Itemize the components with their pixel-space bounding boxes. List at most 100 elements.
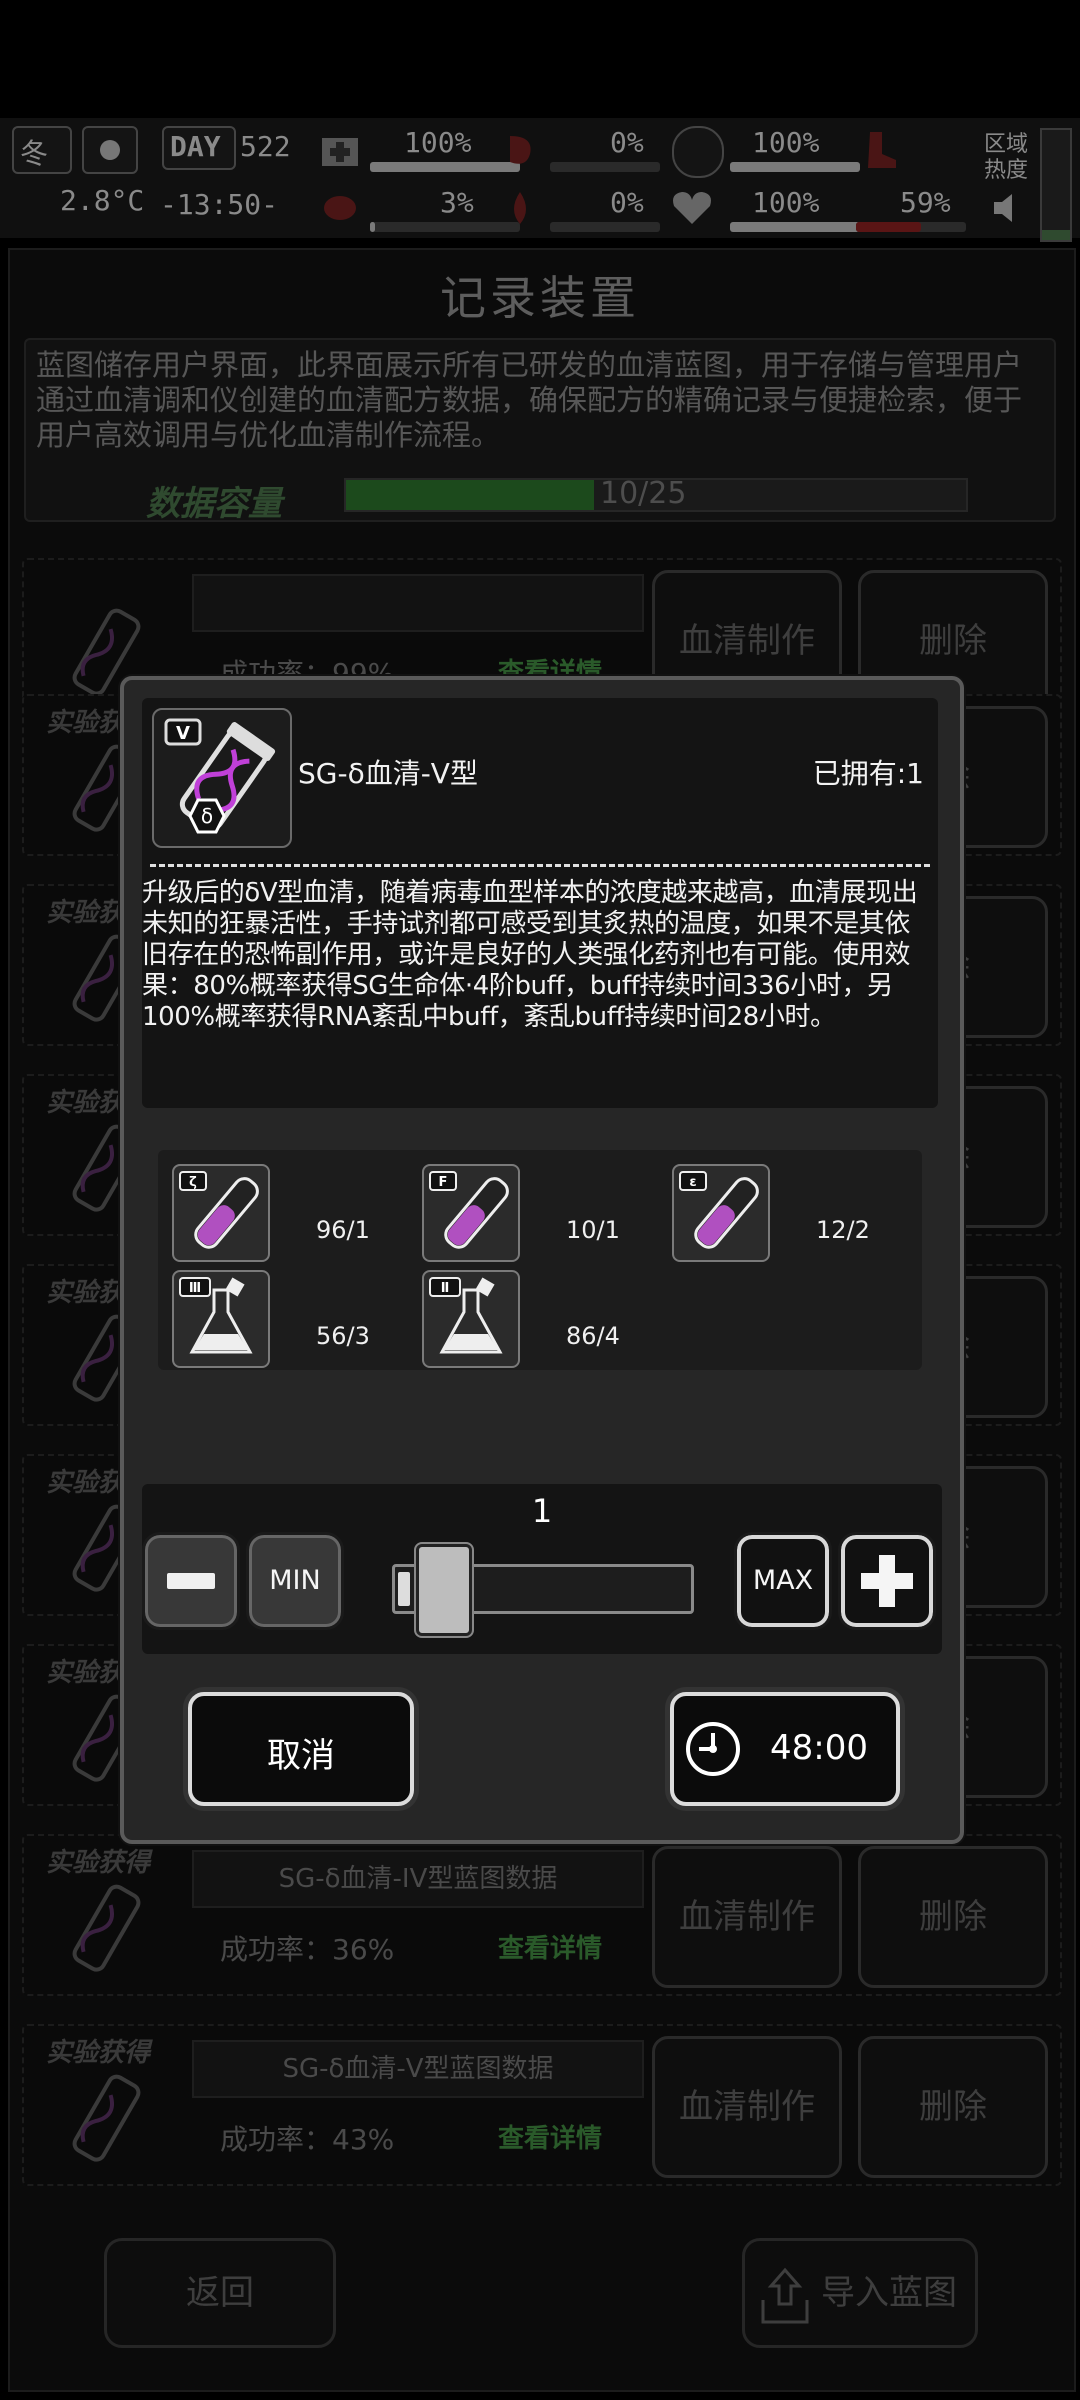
stamina-value: 100% (752, 126, 820, 159)
blueprint-row: 实验获得 SG-δ血清-IV型蓝图数据成功率：36% 查看详情 血清制作 删除 (22, 1834, 1062, 1996)
craft-time-label: 48:00 (770, 1728, 868, 1768)
mood-value: 100% (752, 186, 820, 219)
fatigue-bar-fill (856, 222, 921, 232)
record-description-box: 蓝图储存用户界面，此界面展示所有已研发的血清蓝图，用于存储与管理用户通过血清调和… (24, 338, 1056, 524)
day-badge: DAY (162, 126, 236, 170)
boot-icon (860, 128, 900, 172)
brain-icon (320, 188, 360, 228)
blueprint-row: 实验获得 SG-δ血清-V型蓝图数据 成功率：43% 查看详情 血清制作 删除 (22, 2024, 1062, 2186)
craft-timer-button[interactable]: 48:00 (670, 1692, 900, 1806)
upload-icon (759, 2263, 811, 2324)
capacity-label: 数据容量 (146, 484, 282, 524)
back-button[interactable]: 返回 (104, 2238, 336, 2348)
row-success-rate: 成功率：36% (220, 1933, 395, 1966)
minus-icon (167, 1573, 215, 1589)
row-vial-icon (66, 2066, 146, 2172)
ingredient-item[interactable]: F 10/1 (422, 1164, 662, 1262)
medkit-icon (320, 130, 360, 170)
serum-make-button[interactable]: 血清制作 (652, 2036, 842, 2178)
increase-button[interactable] (838, 1532, 936, 1630)
ingredient-symbol: F (439, 1175, 448, 1190)
row-vial-icon (66, 1876, 146, 1982)
quantity-slider-handle[interactable] (416, 1544, 472, 1636)
heat-meter (1040, 128, 1072, 242)
quantity-value: 1 (531, 1492, 553, 1530)
capacity-bar-fill (346, 480, 594, 510)
test-tube-icon: ε (672, 1164, 770, 1262)
capacity-value: 10/25 (600, 476, 687, 511)
item-description: 升级后的δV型血清，随着病毒血型样本的浓度越来越高，血清展现出未知的狂暴活性，手… (142, 878, 918, 1032)
ingredient-count: 56/3 (316, 1322, 370, 1350)
item-name: SG-δ血清-V型 (298, 757, 478, 790)
ingredient-symbol: Ⅱ (441, 1281, 450, 1296)
max-button[interactable]: MAX (734, 1532, 832, 1630)
slider-min-marker (398, 1572, 410, 1606)
hunger-value: 0% (610, 126, 644, 159)
bag-icon (672, 126, 724, 178)
sanity-value: 3% (440, 186, 474, 219)
row-view-details[interactable]: 查看详情 (498, 2118, 602, 2155)
stamina-bar-fill (730, 162, 860, 172)
divider (150, 864, 930, 867)
mood-bar-fill (730, 222, 860, 232)
thirst-value: 0% (610, 186, 644, 219)
health-bar (370, 162, 520, 172)
mood-bar (730, 222, 860, 232)
stamina-bar (730, 162, 860, 172)
season-badge: 冬 (12, 126, 72, 174)
ingredient-count: 12/2 (816, 1216, 870, 1244)
delete-button[interactable]: 删除 (858, 1846, 1048, 1988)
flask-icon: Ⅱ (422, 1270, 520, 1368)
ingredient-count: 86/4 (566, 1322, 620, 1350)
clock-icon (684, 1720, 742, 1778)
cancel-label: 取消 (267, 1736, 335, 1776)
delete-button[interactable]: 删除 (858, 2036, 1048, 2178)
day-counter: 522 (240, 130, 291, 163)
cancel-button[interactable]: 取消 (188, 1692, 414, 1806)
ingredient-symbol: ε (689, 1175, 696, 1190)
ingredient-symbol: ζ (189, 1175, 197, 1190)
sanity-bar (370, 222, 520, 232)
serum-make-button[interactable]: 血清制作 (652, 1846, 842, 1988)
min-button[interactable]: MIN (246, 1532, 344, 1630)
speaker-icon[interactable] (990, 190, 1026, 226)
thirst-bar (550, 222, 660, 232)
page-title: 记录装置 (440, 271, 640, 325)
test-tube-icon: F (422, 1164, 520, 1262)
back-button-label: 返回 (186, 2273, 254, 2313)
import-blueprint-button[interactable]: 导入蓝图 (742, 2238, 978, 2348)
serum-vial-icon: V δ (152, 708, 292, 848)
sanity-bar-fill (370, 222, 375, 232)
season-label: 冬 (20, 137, 49, 170)
max-label: MAX (752, 1565, 814, 1596)
serum-craft-dialog: V δ SG-δ血清-V型 已拥有:1 升级后的δV型血清，随着病毒血型样本的浓… (120, 676, 964, 1844)
temperature-readout: 2.8°C (60, 184, 145, 217)
area-heat-label: 区域热度 (984, 132, 1029, 183)
stomach-icon (500, 130, 540, 170)
min-label: MIN (269, 1565, 321, 1596)
import-blueprint-label: 导入蓝图 (821, 2273, 957, 2313)
ingredient-count: 96/1 (316, 1216, 370, 1244)
health-bar-fill (370, 162, 520, 172)
ingredient-item[interactable]: Ⅱ 86/4 (422, 1270, 662, 1368)
ingredients-panel: ζ 96/1 F 10/1 ε 12/2 Ⅲ 56/3 Ⅱ 86/4 (158, 1150, 922, 1370)
ingredient-item[interactable]: ε 12/2 (672, 1164, 912, 1262)
clock-readout: -13:50- (160, 188, 279, 221)
row-blueprint-name: SG-δ血清-IV型蓝图数据 (192, 1850, 644, 1908)
fatigue-bar (856, 222, 966, 232)
row-blueprint-name (192, 574, 644, 632)
decrease-button[interactable] (142, 1532, 240, 1630)
row-source-tag: 实验获得 (46, 2038, 151, 2068)
row-source-tag: 实验获得 (46, 1848, 151, 1878)
serum-vial-icon-greek: δ (201, 804, 213, 828)
item-info-panel: V δ SG-δ血清-V型 已拥有:1 升级后的δV型血清，随着病毒血型样本的浓… (142, 698, 938, 1108)
ingredient-count: 10/1 (566, 1216, 620, 1244)
flask-icon: Ⅲ (172, 1270, 270, 1368)
ingredient-item[interactable]: ζ 96/1 (172, 1164, 412, 1262)
owned-count: 已拥有:1 (812, 757, 924, 790)
row-blueprint-name: SG-δ血清-V型蓝图数据 (192, 2040, 644, 2098)
row-view-details[interactable]: 查看详情 (498, 1928, 602, 1965)
test-tube-icon: ζ (172, 1164, 270, 1262)
ingredient-item[interactable]: Ⅲ 56/3 (172, 1270, 412, 1368)
ingredient-symbol: Ⅲ (189, 1281, 201, 1296)
